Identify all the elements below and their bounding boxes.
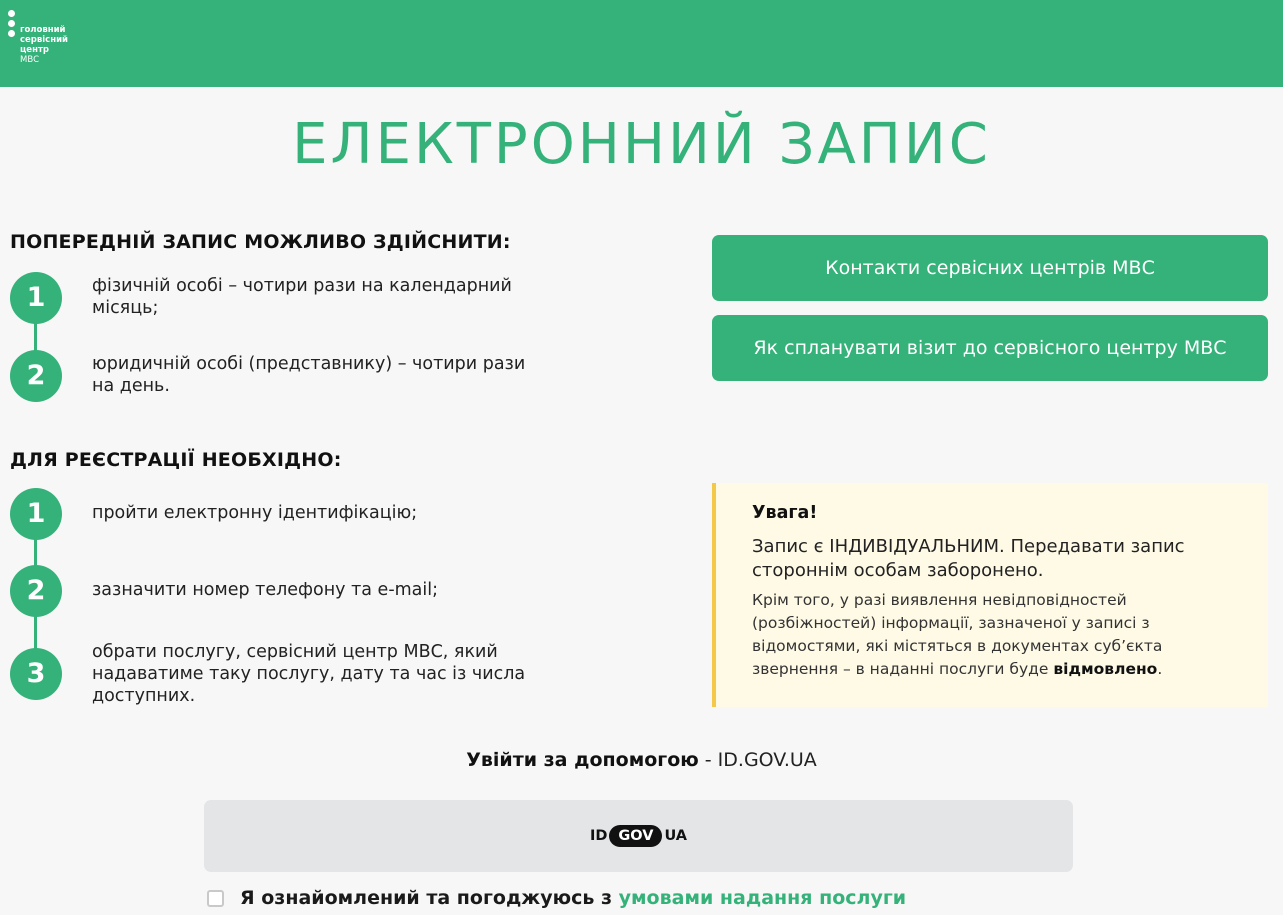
logo-dot-icon	[8, 30, 15, 37]
logo-dot-icon	[8, 10, 15, 17]
plan-visit-button[interactable]: Як спланувати візит до сервісного центру…	[712, 315, 1268, 381]
login-label-bold: Увійти за допомогою	[466, 749, 699, 771]
step-text: пройти електронну ідентифікацію;	[92, 503, 418, 523]
step-number: 1	[10, 488, 62, 540]
logo-id: ID	[589, 828, 608, 844]
terms-consent: Я ознайомлений та погоджуюсь з умовами н…	[207, 887, 906, 909]
notice-main-text: Запис є ІНДИВІДУАЛЬНИМ. Передавати запис…	[752, 536, 1185, 581]
logo-text: головний сервісний центр МВС	[20, 25, 68, 65]
logo-line: сервісний	[20, 35, 69, 45]
login-label-rest: - ID.GOV.UA	[698, 749, 817, 771]
consent-text: Я ознайомлений та погоджуюсь з	[240, 887, 619, 909]
logo-line: центр	[20, 45, 49, 55]
id-gov-ua-login-button[interactable]: ID GOV UA	[204, 800, 1073, 872]
registration-heading: ДЛЯ РЕЄСТРАЦІЇ НЕОБХІДНО:	[10, 449, 342, 471]
warning-notice: Увага! Запис є ІНДИВІДУАЛЬНИМ. Передават…	[712, 483, 1268, 707]
step-number: 3	[10, 648, 62, 700]
step-text: обрати послугу, сервісний центр МВС, яки…	[92, 642, 526, 706]
step-text: фізичній особі – чотири рази на календар…	[92, 276, 512, 318]
step-number: 2	[10, 565, 62, 617]
terms-link[interactable]: умовами надання послуги	[619, 887, 906, 909]
notice-title: Увага!	[752, 503, 818, 523]
step-number: 1	[10, 272, 62, 324]
terms-checkbox[interactable]	[207, 889, 224, 907]
step-text: зазначити номер телефону та e-mail;	[92, 580, 439, 600]
login-label: Увійти за допомогою - ID.GOV.UA	[0, 749, 1283, 771]
logo-line: головний	[20, 25, 66, 35]
notice-refused: відмовлено	[1053, 660, 1158, 678]
step-number: 2	[10, 350, 62, 402]
id-gov-ua-logo: ID GOV UA	[590, 825, 687, 847]
logo-dot-icon	[8, 20, 15, 27]
logo-ua: UA	[664, 828, 688, 844]
logo-gov: GOV	[609, 825, 663, 847]
notice-period: .	[1157, 660, 1163, 678]
notice-details: Крім того, у разі виявлення невідповідно…	[752, 589, 1248, 681]
consent-label: Я ознайомлений та погоджуюсь з умовами н…	[240, 887, 906, 909]
prior-appointment-heading: ПОПЕРЕДНІЙ ЗАПИС МОЖЛИВО ЗДІЙСНИТИ:	[10, 231, 511, 253]
contacts-button[interactable]: Контакти сервісних центрів МВС	[712, 235, 1268, 301]
step-text: юридичній особі (представнику) – чотири …	[92, 354, 526, 396]
logo-sub: МВС	[20, 55, 40, 65]
site-header: головний сервісний центр МВС	[0, 0, 1283, 87]
service-center-logo[interactable]: головний сервісний центр МВС	[8, 10, 88, 76]
page-title: ЕЛЕКТРОННИЙ ЗАПИС	[292, 112, 991, 177]
